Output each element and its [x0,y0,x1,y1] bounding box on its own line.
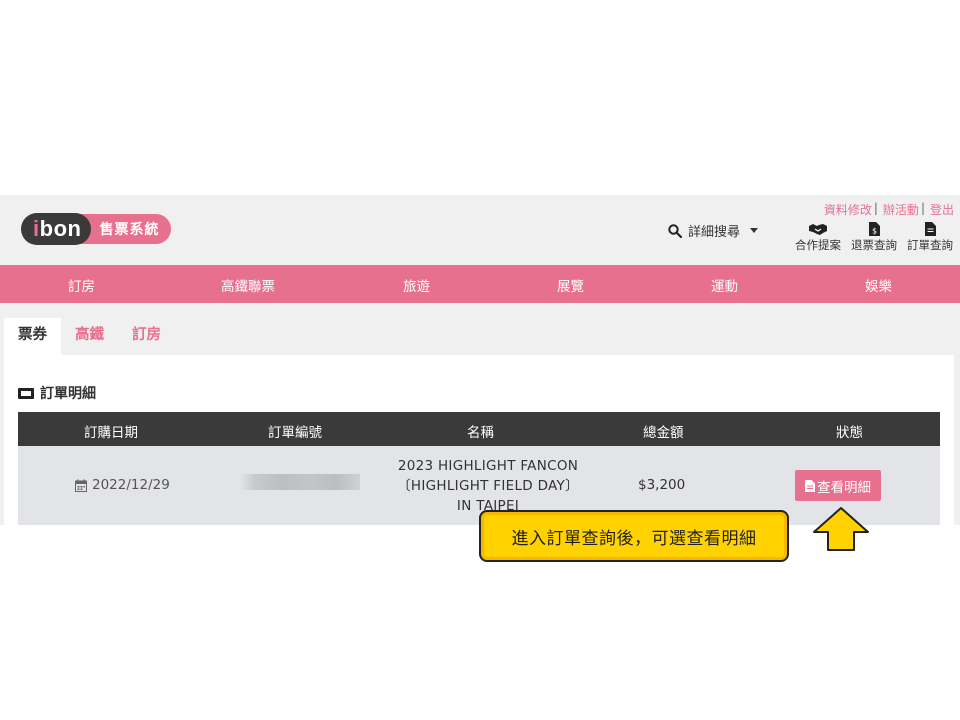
event-name-cell: 2023 HIGHLIGHT FANCON 〔HIGHLIGHT FIELD D… [378,456,598,516]
nav-hotel[interactable]: 訂房 [68,275,95,295]
order-date: 2022/12/29 [92,477,170,493]
col-order-number: 訂單編號 [268,425,322,441]
partnership-link[interactable]: 合作提案 [790,221,846,253]
instruction-callout: 進入訂單查詢後，可選查看明細 [479,510,789,562]
order-number-redacted [240,474,360,490]
top-links: 資料修改 | 辦活動 | 登出 [823,201,954,218]
total-amount: $3,200 [638,477,686,493]
col-order-date: 訂購日期 [84,425,138,441]
refund-doc-icon: $ [846,221,902,237]
event-name-line: 〔HIGHLIGHT FIELD DAY〕 [397,478,579,494]
order-query-label: 訂單查詢 [907,238,953,252]
order-date-cell: 2022/12/29 [75,477,170,493]
nav-hsr-combo[interactable]: 高鐵聯票 [221,275,275,295]
section-title: 訂單明細 [18,383,96,403]
order-detail-panel: 訂單明細 訂購日期 訂單編號 名稱 總金額 狀態 2022/12/29 2023… [4,355,954,525]
svg-text:$: $ [871,227,876,236]
document-icon [805,479,815,492]
up-arrow-icon [813,507,869,551]
nav-travel[interactable]: 旅遊 [403,275,430,295]
ibon-logo[interactable]: i bon 售票系統 [21,213,172,245]
col-name: 名稱 [467,425,494,441]
nav-sports[interactable]: 運動 [711,275,738,295]
logout-link[interactable]: 登出 [930,201,954,218]
category-tabs: 票券 高鐵 訂房 [4,318,175,355]
view-details-button[interactable]: 查看明細 [795,470,881,501]
advanced-search-toggle[interactable]: 詳細搜尋 [668,221,759,240]
col-total: 總金額 [643,425,684,441]
section-title-text: 訂單明細 [40,386,96,402]
logo-subtitle: 售票系統 [77,214,172,244]
order-query-link[interactable]: 訂單查詢 [902,221,958,253]
tab-hotel[interactable]: 訂房 [118,318,175,355]
nav-exhibition[interactable]: 展覽 [557,275,584,295]
main-nav: 訂房 高鐵聯票 旅遊 展覽 運動 娛樂 [0,265,960,303]
event-name-line: 2023 HIGHLIGHT FANCON [397,458,579,474]
col-status: 狀態 [836,425,863,441]
ticket-icon [18,387,34,399]
logo-i-letter: i [33,216,40,241]
logo-wordmark: i bon [21,213,92,245]
refund-query-link[interactable]: $ 退票查詢 [846,221,902,253]
edit-profile-link[interactable]: 資料修改 [824,201,872,218]
table-header: 訂購日期 訂單編號 名稱 總金額 狀態 [18,412,940,446]
logo-bon-letters: bon [39,216,82,241]
partnership-label: 合作提案 [795,238,841,252]
search-icon [668,223,682,238]
view-details-label: 查看明細 [817,479,871,496]
handshake-icon [790,221,846,237]
nav-entertainment[interactable]: 娛樂 [865,275,892,295]
refund-query-label: 退票查詢 [851,238,897,252]
ibon-screen: i bon 售票系統 資料修改 | 辦活動 | 登出 詳細搜尋 合作提案 $ 退票查詢 [0,195,960,525]
tab-hsr[interactable]: 高鐵 [61,318,118,355]
calendar-icon [75,479,87,492]
chevron-down-icon [750,228,759,233]
order-doc-icon [902,221,958,237]
header-icon-links: 合作提案 $ 退票查詢 訂單查詢 [790,221,958,253]
tab-tickets[interactable]: 票券 [4,318,61,355]
host-event-link[interactable]: 辦活動 [883,201,919,218]
search-label: 詳細搜尋 [688,225,741,240]
